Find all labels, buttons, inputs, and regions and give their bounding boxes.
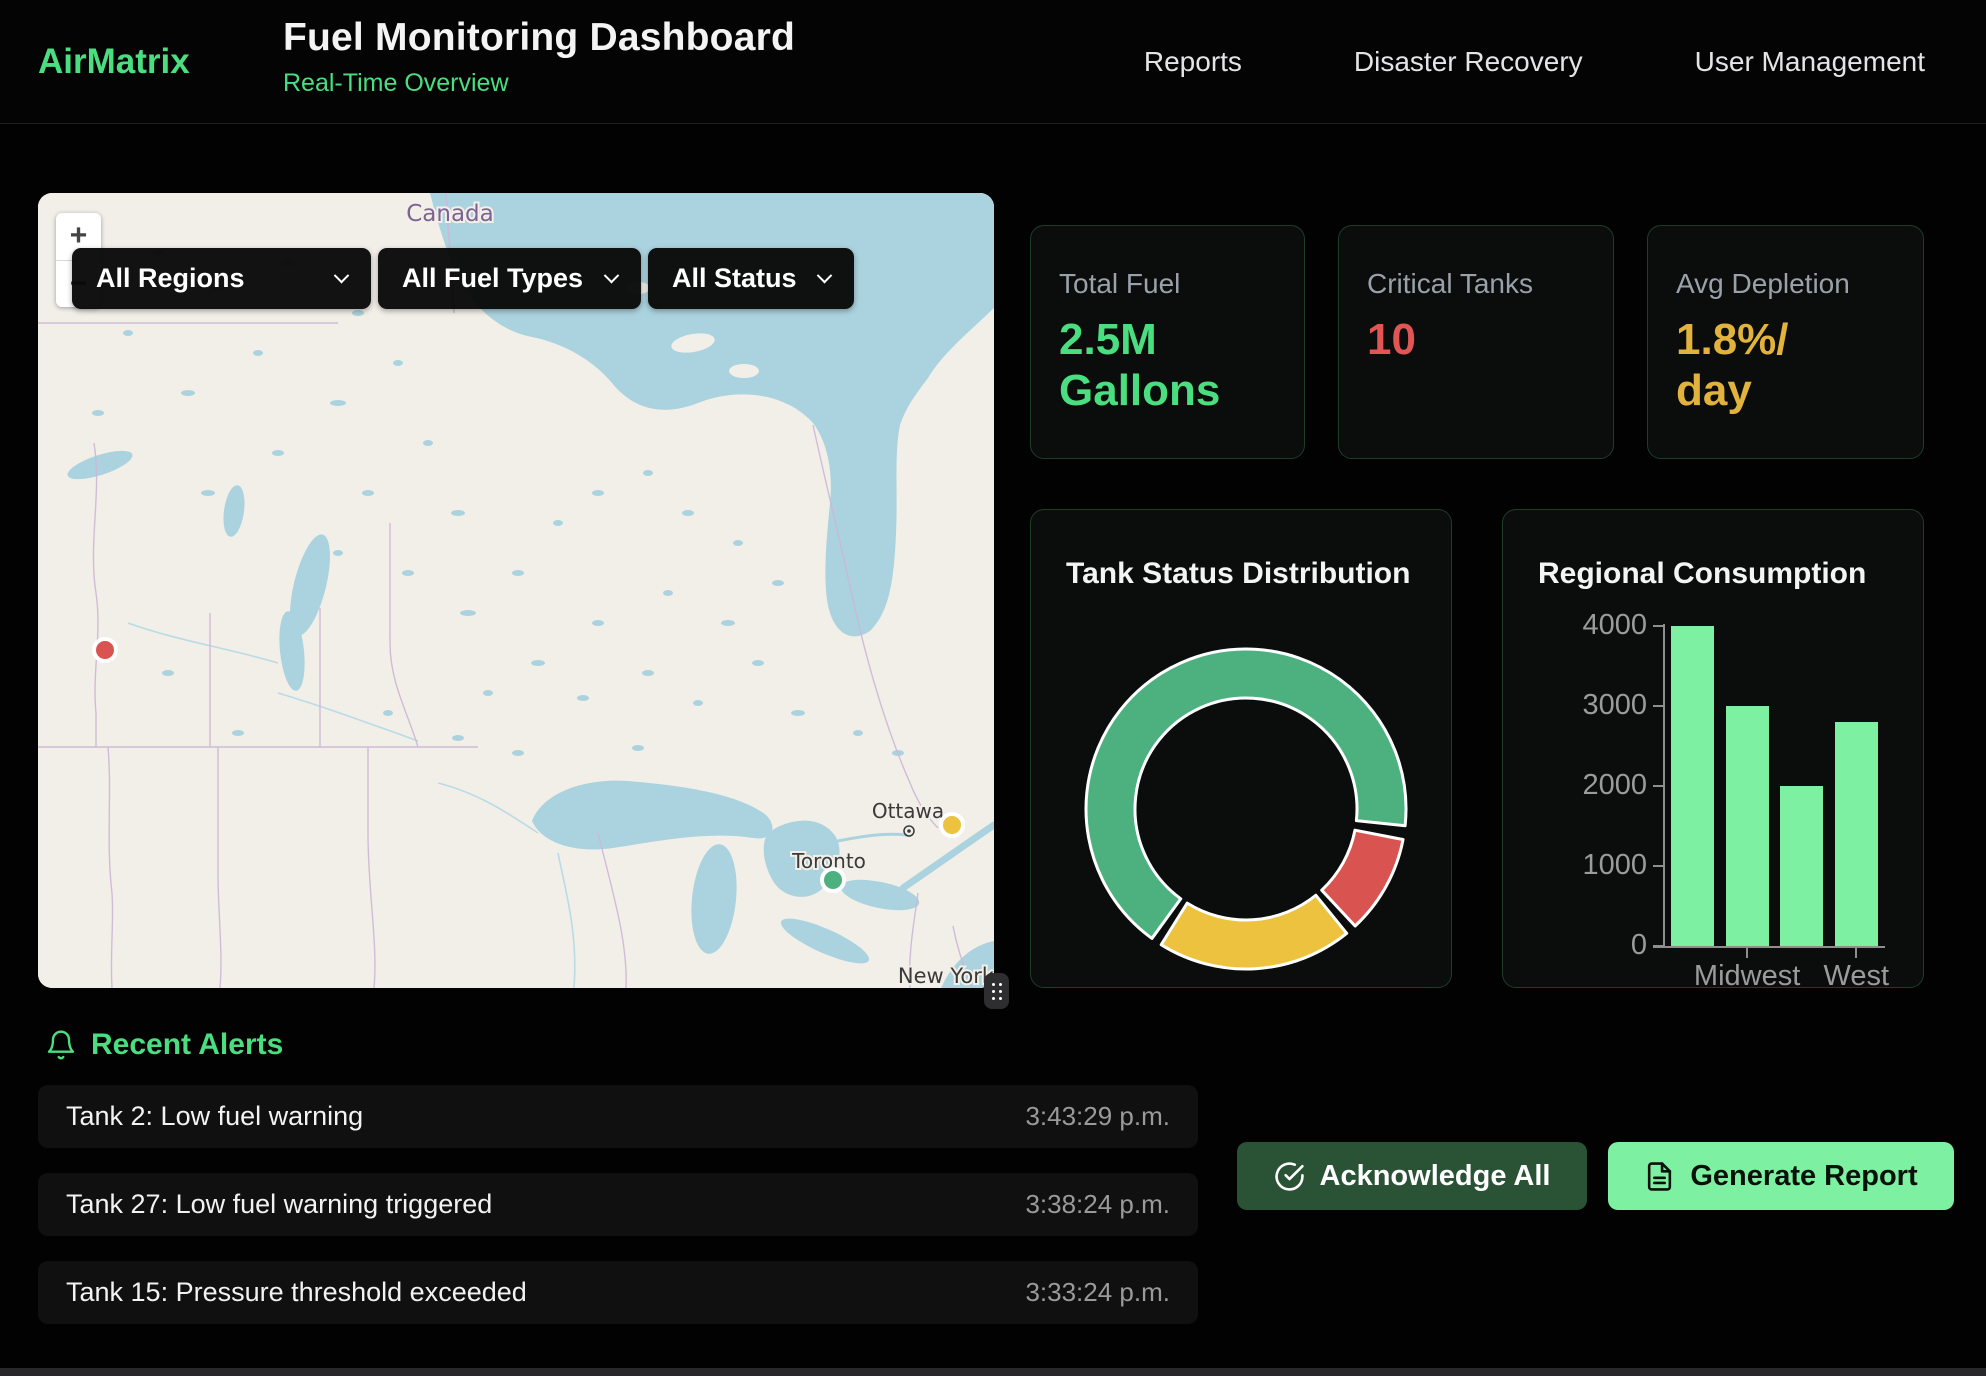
y-tick-label: 4000 (1553, 609, 1647, 642)
window-bottom-edge (0, 1368, 1986, 1376)
chevron-down-icon (604, 268, 620, 284)
alert-text: Tank 2: Low fuel warning (66, 1101, 363, 1132)
stat-label: Avg Depletion (1676, 268, 1895, 300)
tank-status-donut-chart (1081, 644, 1411, 974)
document-icon (1644, 1161, 1675, 1192)
y-tick-label: 2000 (1553, 769, 1647, 802)
acknowledge-all-label: Acknowledge All (1320, 1160, 1551, 1193)
chevron-down-icon (334, 268, 350, 284)
region-filter-dropdown[interactable]: All Regions (72, 248, 371, 309)
recent-alerts-title: Recent Alerts (91, 1028, 283, 1062)
generate-report-button[interactable]: Generate Report (1608, 1142, 1954, 1210)
bar-chart-title: Regional Consumption (1538, 557, 1866, 591)
bar (1780, 786, 1823, 946)
tank-marker-critical[interactable] (92, 637, 118, 663)
nav-reports[interactable]: Reports (1144, 46, 1242, 78)
map-graphics: Canada Ottawa Toronto New York (38, 193, 994, 988)
main-nav: Reports Disaster Recovery User Managemen… (1144, 0, 1925, 124)
donut-chart-title: Tank Status Distribution (1066, 557, 1410, 591)
alert-row[interactable]: Tank 27: Low fuel warning triggered 3:38… (38, 1173, 1198, 1236)
stat-value: 10 (1367, 314, 1585, 365)
fuel-type-filter-dropdown[interactable]: All Fuel Types (378, 248, 641, 309)
tank-marker-normal[interactable] (820, 867, 846, 893)
map-resize-handle[interactable] (984, 973, 1009, 1009)
brand-logo: AirMatrix (38, 42, 190, 82)
map[interactable]: Canada Ottawa Toronto New York + − All R… (38, 193, 994, 988)
stat-card-avg-depletion: Avg Depletion 1.8%/day (1647, 225, 1924, 459)
stat-card-critical-tanks: Critical Tanks 10 (1338, 225, 1614, 459)
fuel-type-filter-value: All Fuel Types (402, 263, 583, 294)
alert-time: 3:43:29 p.m. (1025, 1101, 1170, 1132)
ottawa-town-dot (907, 829, 911, 833)
map-filters: All Regions All Fuel Types All Status (72, 248, 854, 309)
x-tick-mark (1855, 948, 1857, 958)
stat-card-total-fuel: Total Fuel 2.5M Gallons (1030, 225, 1305, 459)
stat-label: Critical Tanks (1367, 268, 1585, 300)
map-label-canada: Canada (406, 201, 494, 227)
alert-text: Tank 15: Pressure threshold exceeded (66, 1277, 527, 1308)
header: AirMatrix Fuel Monitoring Dashboard Real… (0, 0, 1986, 124)
y-tick-label: 1000 (1553, 849, 1647, 882)
recent-alerts-heading: Recent Alerts (45, 1028, 283, 1062)
tank-status-distribution-card: Tank Status Distribution (1030, 509, 1452, 988)
tank-marker-warning[interactable] (939, 812, 965, 838)
y-tick-label: 0 (1553, 929, 1647, 962)
y-tick-mark (1653, 865, 1663, 867)
bar-chart-y-axis (1663, 624, 1665, 948)
stat-value: 2.5M Gallons (1059, 314, 1264, 416)
nav-user-management[interactable]: User Management (1695, 46, 1925, 78)
map-label-newyork: New York (898, 964, 994, 988)
page-subtitle: Real-Time Overview (283, 69, 795, 98)
y-tick-label: 3000 (1553, 689, 1647, 722)
bar (1671, 626, 1714, 946)
alert-time: 3:33:24 p.m. (1025, 1277, 1170, 1308)
title-block: Fuel Monitoring Dashboard Real-Time Over… (283, 16, 795, 98)
acknowledge-all-button[interactable]: Acknowledge All (1237, 1142, 1587, 1210)
y-tick-mark (1653, 945, 1663, 947)
bar (1726, 706, 1769, 946)
stat-value: 1.8%/day (1676, 314, 1808, 416)
bar-chart-x-axis (1653, 946, 1885, 948)
x-tick-label: West (1776, 960, 1936, 993)
stat-label: Total Fuel (1059, 268, 1276, 300)
fuel-monitoring-dashboard: AirMatrix Fuel Monitoring Dashboard Real… (0, 0, 1986, 1376)
y-tick-mark (1653, 625, 1663, 627)
status-filter-value: All Status (672, 263, 797, 294)
check-circle-icon (1274, 1161, 1305, 1192)
region-filter-value: All Regions (96, 263, 245, 294)
status-filter-dropdown[interactable]: All Status (648, 248, 854, 309)
alert-row[interactable]: Tank 15: Pressure threshold exceeded 3:3… (38, 1261, 1198, 1324)
x-tick-mark (1746, 948, 1748, 958)
y-tick-mark (1653, 785, 1663, 787)
nav-disaster-recovery[interactable]: Disaster Recovery (1354, 46, 1583, 78)
generate-report-label: Generate Report (1690, 1160, 1917, 1193)
alert-row[interactable]: Tank 2: Low fuel warning 3:43:29 p.m. (38, 1085, 1198, 1148)
alert-time: 3:38:24 p.m. (1025, 1189, 1170, 1220)
map-label-ottawa: Ottawa (872, 799, 944, 823)
chevron-down-icon (817, 268, 833, 284)
alert-text: Tank 27: Low fuel warning triggered (66, 1189, 492, 1220)
bar (1835, 722, 1878, 946)
bell-icon (45, 1029, 77, 1061)
regional-consumption-card: Regional Consumption 01000200030004000Mi… (1502, 509, 1924, 988)
donut-segment-yellow (1161, 895, 1346, 969)
y-tick-mark (1653, 705, 1663, 707)
page-title: Fuel Monitoring Dashboard (283, 16, 795, 60)
donut-segment-red (1322, 830, 1403, 926)
